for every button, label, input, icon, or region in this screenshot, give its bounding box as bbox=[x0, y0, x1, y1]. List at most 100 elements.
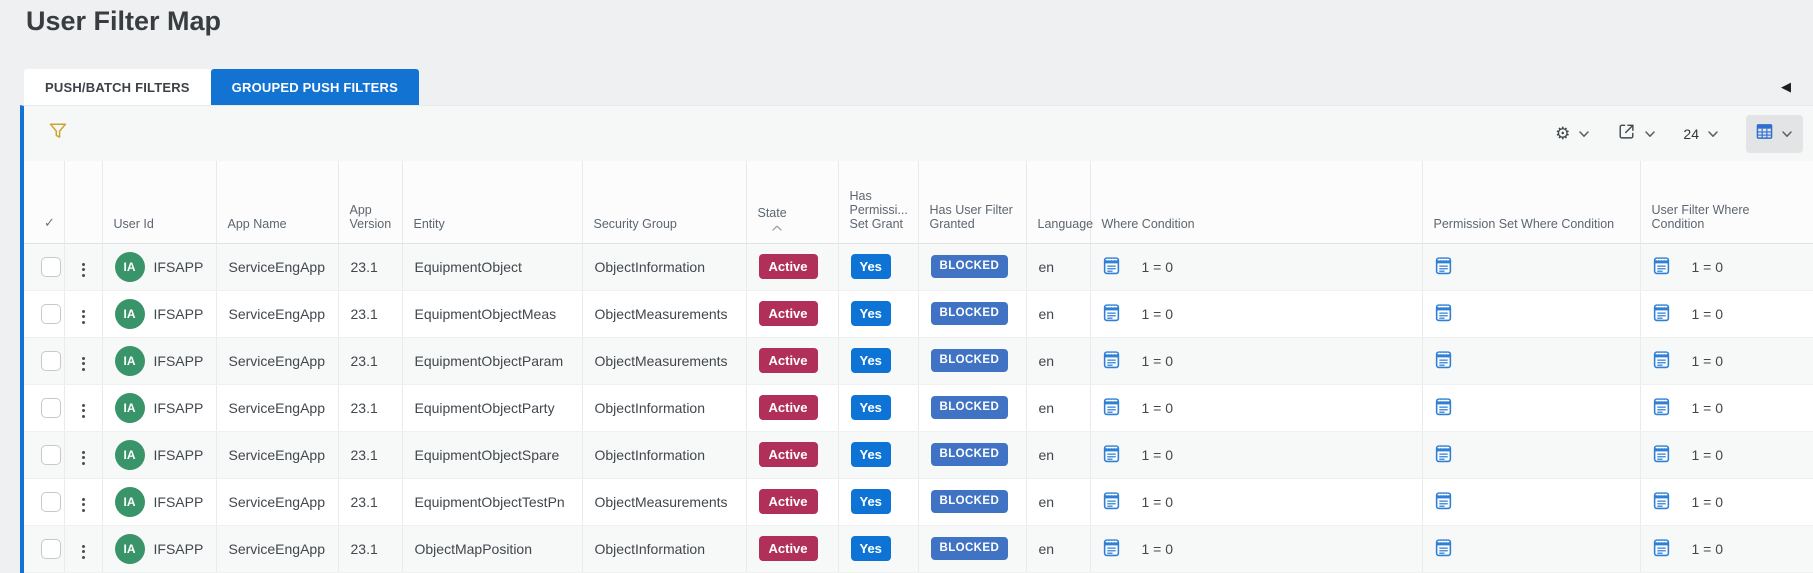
header-app-name[interactable]: App Name bbox=[216, 161, 339, 244]
state-badge: Active bbox=[758, 254, 818, 279]
row-menu-button[interactable] bbox=[77, 259, 90, 281]
notepad-icon[interactable] bbox=[1653, 444, 1670, 466]
row-menu-button[interactable] bbox=[77, 494, 90, 516]
cell-has-permission-set-grant: Yes bbox=[838, 384, 919, 432]
header-user-id[interactable]: User Id bbox=[102, 161, 217, 244]
table-row[interactable]: IA IFSAPP ServiceEngApp 23.1 EquipmentOb… bbox=[24, 337, 1813, 385]
notepad-icon[interactable] bbox=[1653, 491, 1670, 513]
cell-has-user-filter-granted: BLOCKED bbox=[918, 290, 1027, 338]
notepad-icon[interactable] bbox=[1653, 303, 1670, 325]
row-checkbox[interactable] bbox=[41, 397, 61, 418]
tab-bar: PUSH/BATCH FILTERS GROUPED PUSH FILTERS … bbox=[24, 69, 1813, 105]
header-app-version[interactable]: App Version bbox=[338, 161, 403, 244]
filter-funnel-icon[interactable] bbox=[48, 121, 68, 146]
cell-security-group: ObjectMeasurements bbox=[582, 290, 747, 338]
notepad-icon[interactable] bbox=[1435, 256, 1452, 278]
cell-user-filter-where-condition: 1 = 0 bbox=[1640, 384, 1813, 432]
collapse-panel-icon[interactable]: ◀ bbox=[1781, 78, 1791, 96]
table-row[interactable]: IA IFSAPP ServiceEngApp 23.1 EquipmentOb… bbox=[24, 431, 1813, 479]
where-condition-text: 1 = 0 bbox=[1141, 493, 1174, 510]
notepad-icon[interactable] bbox=[1653, 538, 1670, 560]
row-checkbox[interactable] bbox=[41, 350, 61, 371]
table-row[interactable]: IA IFSAPP ServiceEngApp 23.1 EquipmentOb… bbox=[24, 478, 1813, 526]
user-id-text: IFSAPP bbox=[153, 399, 204, 416]
notepad-icon[interactable] bbox=[1435, 303, 1452, 325]
row-menu-button[interactable] bbox=[77, 353, 90, 375]
row-checkbox[interactable] bbox=[41, 256, 61, 277]
cell-user-filter-where-condition: 1 = 0 bbox=[1640, 525, 1813, 573]
settings-button[interactable]: ⚙ bbox=[1555, 125, 1590, 142]
cell-language: en bbox=[1026, 525, 1091, 573]
row-checkbox[interactable] bbox=[41, 444, 61, 465]
notepad-icon[interactable] bbox=[1103, 397, 1120, 419]
notepad-icon[interactable] bbox=[1103, 538, 1120, 560]
row-checkbox[interactable] bbox=[41, 491, 61, 512]
table-row[interactable]: IA IFSAPP ServiceEngApp 23.1 ObjectMapPo… bbox=[24, 525, 1813, 573]
header-where-condition[interactable]: Where Condition bbox=[1090, 161, 1423, 244]
table-row[interactable]: IA IFSAPP ServiceEngApp 23.1 EquipmentOb… bbox=[24, 384, 1813, 432]
cell-security-group: ObjectInformation bbox=[582, 431, 747, 479]
notepad-icon[interactable] bbox=[1653, 397, 1670, 419]
notepad-icon[interactable] bbox=[1435, 350, 1452, 372]
cell-permission-set-where-condition bbox=[1422, 525, 1641, 573]
header-entity[interactable]: Entity bbox=[402, 161, 583, 244]
header-user-filter-where-condition[interactable]: User Filter Where Condition bbox=[1640, 161, 1813, 244]
cell-user-id: IA IFSAPP bbox=[102, 243, 217, 291]
table-row[interactable]: IA IFSAPP ServiceEngApp 23.1 EquipmentOb… bbox=[24, 243, 1813, 291]
view-mode-button[interactable] bbox=[1746, 114, 1803, 153]
state-badge: Active bbox=[758, 301, 818, 326]
tab-push-batch-filters[interactable]: PUSH/BATCH FILTERS bbox=[24, 69, 211, 105]
cell-menu bbox=[64, 478, 103, 526]
tab-grouped-push-filters[interactable]: GROUPED PUSH FILTERS bbox=[210, 69, 419, 105]
export-button[interactable] bbox=[1617, 122, 1656, 146]
notepad-icon[interactable] bbox=[1103, 256, 1120, 278]
where-condition-text: 1 = 0 bbox=[1141, 258, 1174, 275]
row-menu-button[interactable] bbox=[77, 400, 90, 422]
header-permission-set-where-condition[interactable]: Permission Set Where Condition bbox=[1422, 161, 1641, 244]
header-has-user-filter-granted[interactable]: Has User Filter Granted bbox=[918, 161, 1027, 244]
state-badge: Active bbox=[758, 395, 818, 420]
notepad-icon[interactable] bbox=[1103, 303, 1120, 325]
page-size-selector[interactable]: 24 bbox=[1683, 126, 1719, 142]
row-checkbox[interactable] bbox=[41, 538, 61, 559]
notepad-icon[interactable] bbox=[1103, 444, 1120, 466]
notepad-icon[interactable] bbox=[1103, 491, 1120, 513]
where-condition-text: 1 = 0 bbox=[1141, 399, 1174, 416]
header-language[interactable]: Language bbox=[1026, 161, 1093, 244]
notepad-icon[interactable] bbox=[1653, 350, 1670, 372]
row-menu-button[interactable] bbox=[77, 306, 90, 328]
row-menu-button[interactable] bbox=[77, 447, 90, 469]
row-menu-button[interactable] bbox=[77, 541, 90, 563]
cell-user-filter-where-condition: 1 = 0 bbox=[1640, 290, 1813, 338]
header-state[interactable]: State bbox=[746, 161, 839, 244]
notepad-icon[interactable] bbox=[1435, 444, 1452, 466]
cell-state: Active bbox=[746, 337, 839, 385]
cell-entity: EquipmentObjectParty bbox=[402, 384, 583, 432]
notepad-icon[interactable] bbox=[1435, 538, 1452, 560]
user-filter-where-condition-text: 1 = 0 bbox=[1691, 305, 1724, 322]
cell-where-condition: 1 = 0 bbox=[1090, 431, 1423, 479]
cell-user-id: IA IFSAPP bbox=[102, 478, 217, 526]
cell-entity: EquipmentObject bbox=[402, 243, 583, 291]
cell-menu bbox=[64, 384, 103, 432]
row-checkbox[interactable] bbox=[41, 303, 61, 324]
notepad-icon[interactable] bbox=[1435, 491, 1452, 513]
header-has-permission-set-grant[interactable]: Has Permissi... Set Grant bbox=[838, 161, 919, 244]
cell-menu bbox=[64, 337, 103, 385]
select-all-header[interactable]: ✓ bbox=[24, 161, 65, 244]
notepad-icon[interactable] bbox=[1103, 350, 1120, 372]
cell-has-user-filter-granted: BLOCKED bbox=[918, 384, 1027, 432]
cell-state: Active bbox=[746, 243, 839, 291]
table-row[interactable]: IA IFSAPP ServiceEngApp 23.1 EquipmentOb… bbox=[24, 290, 1813, 338]
cell-security-group: ObjectInformation bbox=[582, 525, 747, 573]
cell-entity: EquipmentObjectMeas bbox=[402, 290, 583, 338]
header-security-group[interactable]: Security Group bbox=[582, 161, 747, 244]
cell-has-user-filter-granted: BLOCKED bbox=[918, 337, 1027, 385]
cell-app-version: 23.1 bbox=[338, 243, 403, 291]
notepad-icon[interactable] bbox=[1435, 397, 1452, 419]
cell-app-name: ServiceEngApp bbox=[216, 243, 339, 291]
cell-select bbox=[24, 243, 65, 291]
notepad-icon[interactable] bbox=[1653, 256, 1670, 278]
cell-user-id: IA IFSAPP bbox=[102, 337, 217, 385]
cell-permission-set-where-condition bbox=[1422, 243, 1641, 291]
